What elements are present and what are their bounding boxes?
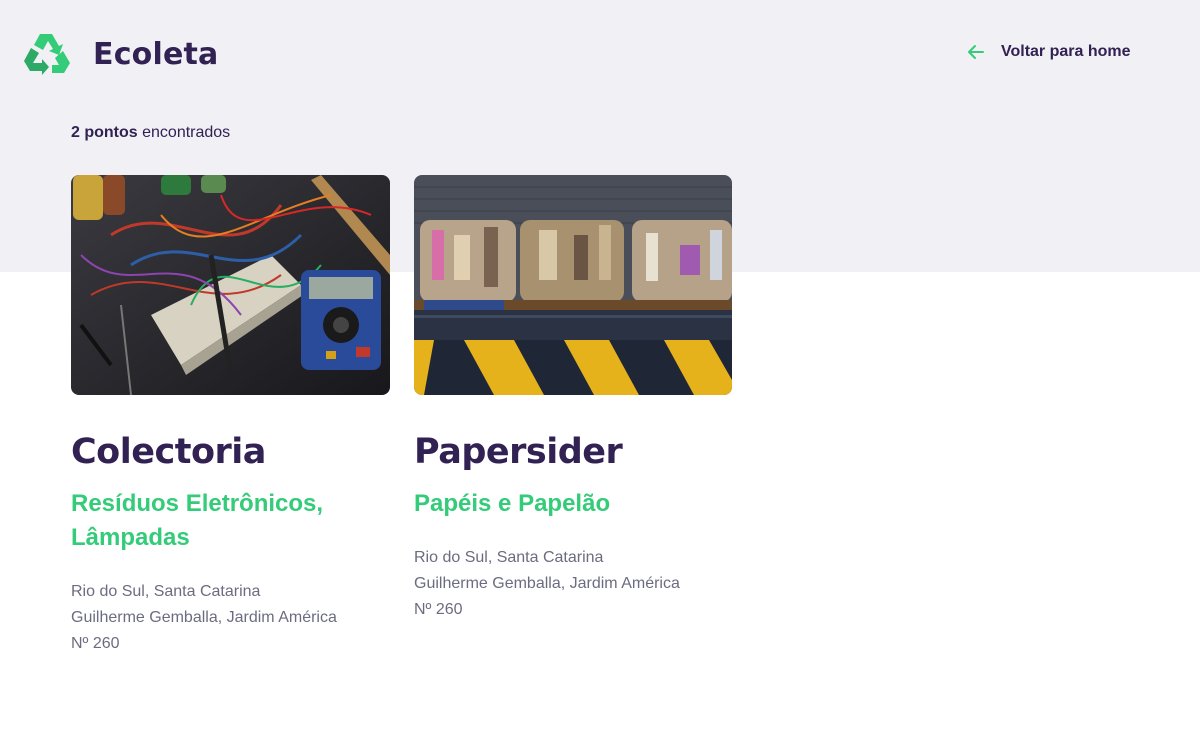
results-count: 2 pontos encontrados	[71, 124, 230, 142]
point-name: Papersider	[414, 432, 623, 472]
back-link-label: Voltar para home	[1001, 43, 1131, 60]
recycle-icon	[24, 34, 70, 75]
point-name: Colectoria	[71, 432, 266, 472]
point-city-state: Rio do Sul, Santa Catarina	[71, 583, 261, 600]
back-to-home-link[interactable]: Voltar para home	[966, 42, 1131, 62]
point-number: Nº 260	[414, 601, 463, 618]
point-number: Nº 260	[71, 635, 120, 652]
logo: Ecoleta	[22, 30, 219, 78]
app-name: Ecoleta	[93, 36, 219, 72]
point-image-electronics	[71, 175, 390, 395]
point-card-papersider[interactable]: Papersider Papéis e Papelão Rio do Sul, …	[414, 175, 732, 623]
point-image-cardboard	[414, 175, 732, 395]
point-card-colectoria[interactable]: Colectoria Resíduos Eletrônicos, Lâmpada…	[71, 175, 390, 657]
results-count-number: 2 pontos	[71, 124, 138, 141]
point-items: Papéis e Papelão	[414, 490, 611, 517]
page-header: Ecoleta Voltar para home	[0, 0, 1200, 110]
point-address: Rio do Sul, Santa Catarina Guilherme Gem…	[71, 579, 390, 657]
point-items: Resíduos Eletrônicos, Lâmpadas	[71, 490, 324, 551]
results-count-text: encontrados	[137, 124, 231, 141]
arrow-left-icon	[968, 45, 984, 59]
point-street: Guilherme Gemballa, Jardim América	[71, 609, 337, 626]
point-street: Guilherme Gemballa, Jardim América	[414, 575, 680, 592]
point-address: Rio do Sul, Santa Catarina Guilherme Gem…	[414, 545, 732, 623]
point-city-state: Rio do Sul, Santa Catarina	[414, 549, 604, 566]
